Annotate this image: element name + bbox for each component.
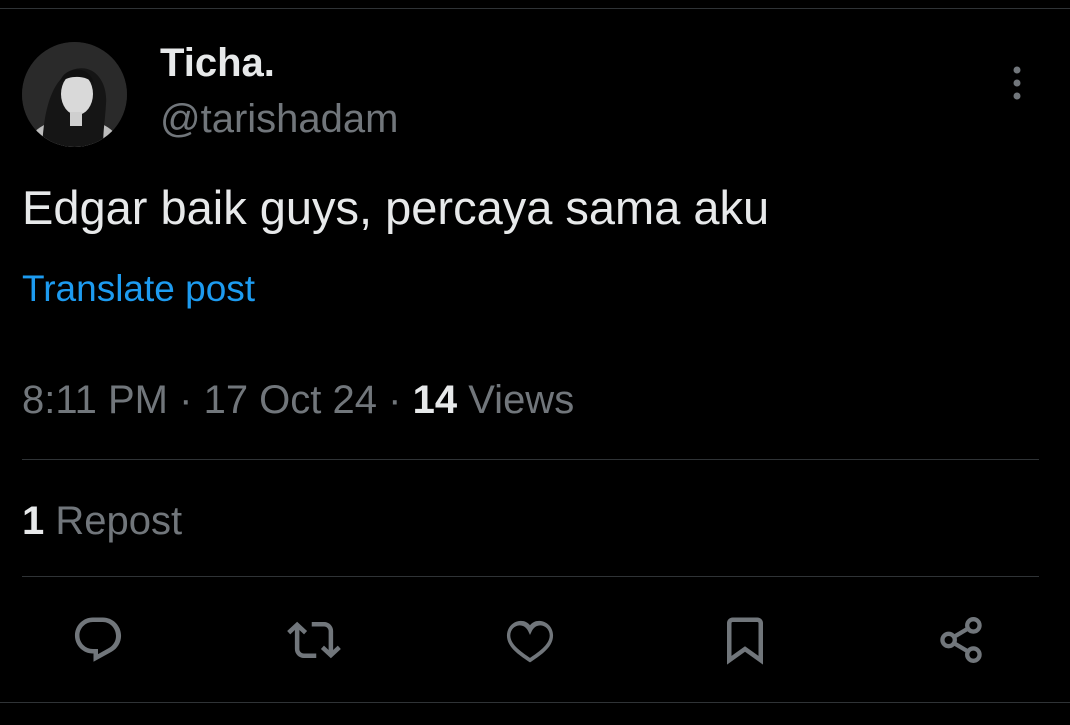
meta-separator: · — [388, 378, 402, 422]
more-vertical-icon — [1013, 66, 1021, 100]
tweet-time[interactable]: 8:11 PM — [22, 378, 168, 422]
share-button[interactable] — [931, 610, 991, 670]
avatar[interactable] — [22, 42, 127, 147]
repost-button[interactable] — [284, 610, 344, 670]
user-handle[interactable]: @tarishadam — [160, 94, 398, 144]
meta-separator: · — [179, 378, 193, 422]
views-count: 14 — [412, 378, 458, 422]
reply-button[interactable] — [68, 610, 128, 670]
like-button[interactable] — [500, 610, 560, 670]
share-icon — [940, 617, 982, 663]
tweet-metadata: 8:11 PM · 17 Oct 24 · 14 Views — [22, 375, 574, 425]
like-icon — [506, 620, 554, 663]
translate-post-link[interactable]: Translate post — [22, 266, 255, 312]
action-bar — [0, 610, 1070, 670]
reply-icon — [74, 617, 122, 662]
repost-stats[interactable]: 1 Repost — [22, 496, 182, 546]
repost-icon — [287, 621, 341, 659]
bookmark-icon — [727, 617, 763, 665]
views-label: Views — [468, 378, 575, 422]
tweet-date[interactable]: 17 Oct 24 — [204, 378, 377, 422]
avatar-photo-icon — [22, 42, 127, 147]
divider — [22, 576, 1039, 577]
bookmark-button[interactable] — [715, 610, 775, 670]
reposts-count: 1 — [22, 499, 45, 543]
more-options-button[interactable] — [996, 62, 1038, 104]
bottom-divider — [0, 702, 1070, 703]
tweet-text: Edgar baik guys, percaya sama aku — [22, 181, 770, 234]
display-name[interactable]: Ticha. — [160, 38, 275, 88]
reposts-label: Repost — [55, 499, 183, 543]
divider — [22, 459, 1039, 460]
top-divider — [0, 8, 1070, 9]
